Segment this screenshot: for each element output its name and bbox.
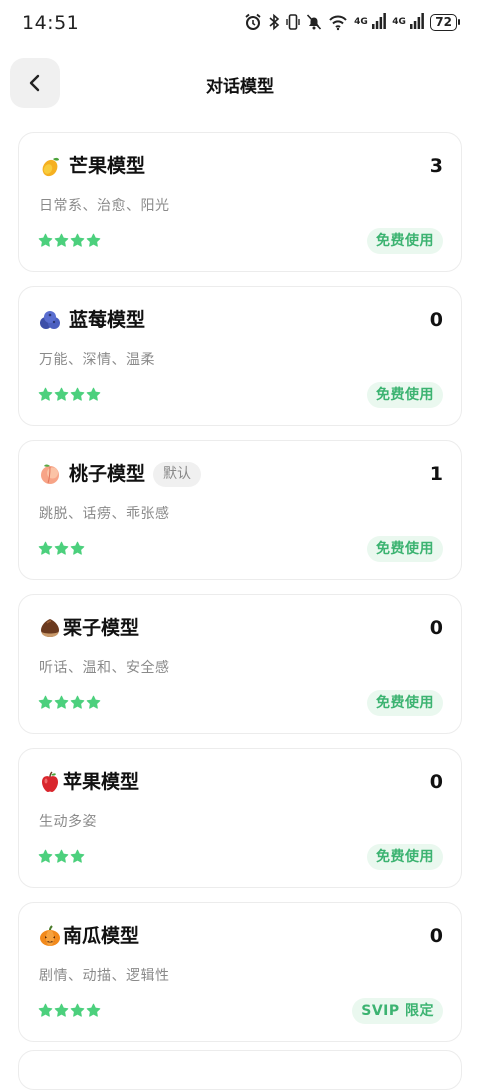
- pumpkin-icon: [38, 924, 62, 948]
- star-icon: [54, 695, 69, 710]
- status-bar: 14:51 4G 4G 72: [0, 0, 480, 48]
- model-stars: [38, 233, 101, 248]
- star-icon: [70, 695, 85, 710]
- status-time: 14:51: [22, 12, 80, 34]
- signal-4g-icon-1: 4G: [354, 13, 387, 31]
- star-icon: [70, 233, 85, 248]
- vibrate-icon: [286, 13, 300, 31]
- mango-icon: [38, 154, 62, 178]
- model-list: 芒果模型 3 日常系、治愈、阳光 免费使用 蓝莓模型 0 万能、深情、温柔 免费…: [18, 132, 462, 1056]
- star-icon: [70, 541, 85, 556]
- header: 对话模型: [0, 56, 480, 112]
- usage-badge: 免费使用: [367, 690, 443, 716]
- model-stars: [38, 541, 85, 556]
- model-card-peach[interactable]: 桃子模型 默认 1 跳脱、话痨、乖张感 免费使用: [18, 440, 462, 580]
- star-icon: [54, 233, 69, 248]
- model-card-chestnut[interactable]: 栗子模型 0 听话、温和、安全感 免费使用: [18, 594, 462, 734]
- alarm-icon: [244, 13, 262, 31]
- model-name: 栗子模型: [63, 617, 140, 639]
- model-stars: [38, 695, 101, 710]
- chestnut-icon: [38, 616, 62, 640]
- star-icon: [86, 695, 101, 710]
- model-count: 0: [429, 309, 443, 331]
- model-card-partial[interactable]: [18, 1050, 462, 1090]
- model-name: 蓝莓模型: [69, 309, 146, 331]
- model-tags: 跳脱、话痨、乖张感: [39, 506, 170, 522]
- peach-icon: [38, 462, 62, 486]
- model-stars: [38, 1003, 101, 1018]
- star-icon: [38, 695, 53, 710]
- wifi-icon: [328, 13, 348, 31]
- model-tags: 生动多姿: [39, 814, 97, 830]
- model-tags: 万能、深情、温柔: [39, 352, 155, 368]
- star-icon: [54, 387, 69, 402]
- usage-badge: 免费使用: [367, 382, 443, 408]
- model-card-pumpkin[interactable]: 南瓜模型 0 剧情、动描、逻辑性 SVIP 限定: [18, 902, 462, 1042]
- star-icon: [38, 1003, 53, 1018]
- star-icon: [38, 233, 53, 248]
- model-count: 0: [429, 925, 443, 947]
- model-card-apple[interactable]: 苹果模型 0 生动多姿 免费使用: [18, 748, 462, 888]
- star-icon: [38, 387, 53, 402]
- blueberry-icon: [38, 308, 62, 332]
- star-icon: [54, 541, 69, 556]
- model-tags: 听话、温和、安全感: [39, 660, 170, 676]
- model-count: 0: [429, 617, 443, 639]
- model-name: 苹果模型: [63, 771, 140, 793]
- model-stars: [38, 849, 85, 864]
- star-icon: [86, 1003, 101, 1018]
- mute-bell-icon: [306, 13, 322, 31]
- signal-4g-icon-2: 4G: [392, 13, 425, 31]
- model-name: 桃子模型 默认: [69, 461, 202, 487]
- model-card-mango[interactable]: 芒果模型 3 日常系、治愈、阳光 免费使用: [18, 132, 462, 272]
- usage-badge: 免费使用: [367, 536, 443, 562]
- battery-icon: 72: [430, 13, 460, 31]
- star-icon: [70, 387, 85, 402]
- default-badge: 默认: [153, 462, 202, 487]
- model-tags: 日常系、治愈、阳光: [39, 198, 170, 214]
- model-count: 0: [429, 771, 443, 793]
- model-stars: [38, 387, 101, 402]
- star-icon: [70, 849, 85, 864]
- star-icon: [70, 1003, 85, 1018]
- model-card-blueberry[interactable]: 蓝莓模型 0 万能、深情、温柔 免费使用: [18, 286, 462, 426]
- star-icon: [38, 849, 53, 864]
- bluetooth-icon: [268, 13, 280, 31]
- model-count: 3: [429, 155, 443, 177]
- model-tags: 剧情、动描、逻辑性: [39, 968, 170, 984]
- star-icon: [86, 233, 101, 248]
- star-icon: [54, 849, 69, 864]
- model-count: 1: [429, 463, 443, 485]
- apple-icon: [38, 770, 62, 794]
- usage-badge: 免费使用: [367, 228, 443, 254]
- battery-level: 72: [430, 13, 457, 31]
- star-icon: [54, 1003, 69, 1018]
- model-name: 芒果模型: [69, 155, 146, 177]
- usage-badge: 免费使用: [367, 844, 443, 870]
- status-icons: 4G 4G 72: [244, 13, 460, 31]
- usage-badge: SVIP 限定: [352, 998, 443, 1024]
- page-title: 对话模型: [206, 77, 274, 97]
- star-icon: [38, 541, 53, 556]
- model-name: 南瓜模型: [63, 925, 140, 947]
- star-icon: [86, 387, 101, 402]
